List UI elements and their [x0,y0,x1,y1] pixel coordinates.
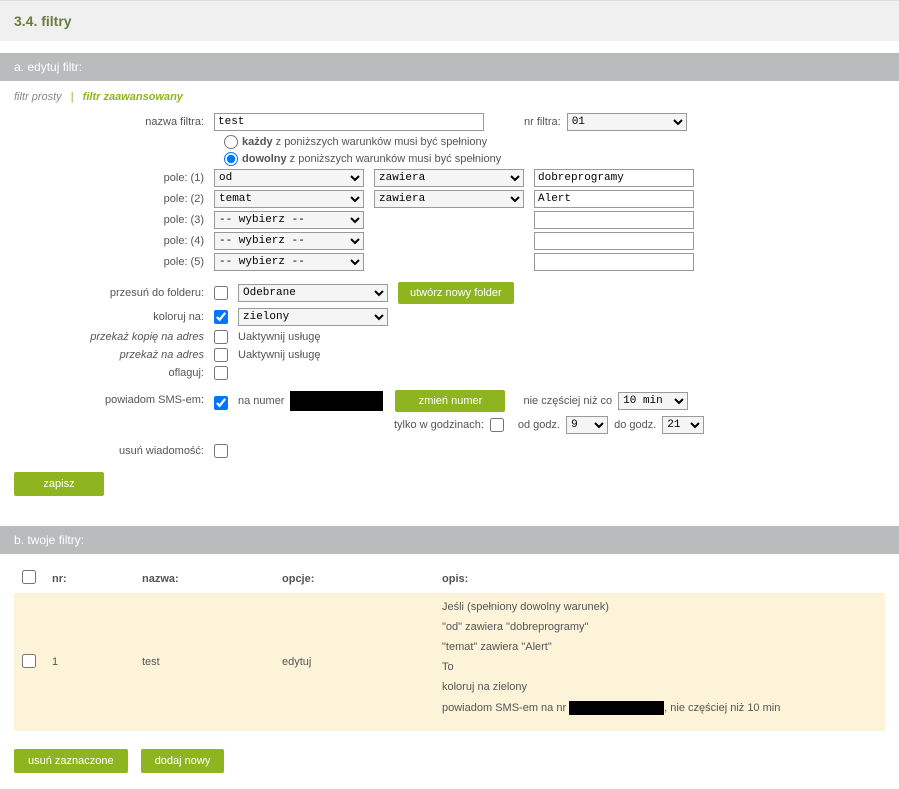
label-na-numer: na numer [238,395,284,407]
chk-forward-copy[interactable] [214,330,228,344]
field2-select[interactable]: temat [214,190,364,208]
cell-nr: 1 [44,593,134,731]
field3-select[interactable]: -- wybierz -- [214,211,364,229]
label-delete-msg: usuń wiadomość: [14,445,214,457]
chk-sms[interactable] [214,396,228,410]
chk-forward[interactable] [214,348,228,362]
activate-link-1[interactable]: Uaktywnij usługę [238,331,321,343]
radio-every[interactable] [224,135,238,149]
label-field4: pole: (4) [14,235,214,247]
hour-from-select[interactable]: 9 [566,416,608,434]
section-b-header: b. twoje filtry: [0,526,899,554]
chk-hours[interactable] [490,418,504,432]
change-number-button[interactable]: zmień numer [395,390,505,412]
desc-number-redacted [569,701,664,715]
th-nr: nr: [44,564,134,593]
freq-select[interactable]: 10 min [618,392,688,410]
th-name: nazwa: [134,564,274,593]
label-color: koloruj na: [14,311,214,323]
label-filter-nr: nr filtra: [524,116,561,128]
label-forward-copy: przekaż kopię na adres [14,331,214,343]
label-field5: pole: (5) [14,256,214,268]
cell-desc: Jeśli (spełniony dowolny warunek) "od" z… [434,593,885,731]
label-tylko-godz: tylko w godzinach: [394,419,484,431]
val1-input[interactable] [534,169,694,187]
filter-name-input[interactable] [214,113,484,131]
section-a-header: a. edytuj filtr: [0,53,899,81]
radio-every-bold: każdy [242,136,273,148]
radio-any[interactable] [224,152,238,166]
label-field1: pole: (1) [14,172,214,184]
label-forward: przekaż na adres [14,349,214,361]
val3-input[interactable] [534,211,694,229]
chk-delete-msg[interactable] [214,444,228,458]
radio-any-rest: z poniższych warunków musi być spełniony [287,153,502,165]
op2-select[interactable]: zawiera [374,190,524,208]
val5-input[interactable] [534,253,694,271]
chk-color[interactable] [214,310,228,324]
val2-input[interactable] [534,190,694,208]
tab-simple[interactable]: filtr prosty [14,91,62,103]
hour-to-select[interactable]: 21 [662,416,704,434]
page-title: 3.4. filtry [14,13,885,29]
field1-select[interactable]: od [214,169,364,187]
color-select[interactable]: zielony [238,308,388,326]
filters-table: nr: nazwa: opcje: opis: 1 test edytuj Je… [14,564,885,731]
add-new-button[interactable]: dodaj nowy [141,749,225,773]
label-nie-czesciej: nie częściej niż co [523,395,612,407]
filter-tabs: filtr prosty | filtr zaawansowany [14,91,885,103]
label-do-godz: do godz. [614,419,656,431]
filter-nr-select[interactable]: 01 [567,113,687,131]
chk-flag[interactable] [214,366,228,380]
th-options: opcje: [274,564,434,593]
radio-every-rest: z poniższych warunków musi być spełniony [273,136,488,148]
chk-row-1[interactable] [22,654,36,668]
delete-selected-button[interactable]: usuń zaznaczone [14,749,128,773]
label-sms: powiadom SMS-em: [14,390,214,406]
tab-separator: | [71,91,74,103]
label-filter-name: nazwa filtra: [14,116,214,128]
field5-select[interactable]: -- wybierz -- [214,253,364,271]
radio-any-bold: dowolny [242,153,287,165]
op1-select[interactable]: zawiera [374,169,524,187]
cell-name: test [134,593,274,731]
val4-input[interactable] [534,232,694,250]
label-field3: pole: (3) [14,214,214,226]
label-field2: pole: (2) [14,193,214,205]
save-button[interactable]: zapisz [14,472,104,496]
new-folder-button[interactable]: utwórz nowy folder [398,282,514,304]
folder-select[interactable]: Odebrane [238,284,388,302]
table-row: 1 test edytuj Jeśli (spełniony dowolny w… [14,593,885,731]
edit-link[interactable]: edytuj [282,656,311,668]
activate-link-2[interactable]: Uaktywnij usługę [238,349,321,361]
label-od-godz: od godz. [518,419,560,431]
chk-move-to[interactable] [214,286,228,300]
label-move-to: przesuń do folderu: [14,287,214,299]
tab-advanced[interactable]: filtr zaawansowany [83,91,183,103]
label-flag: oflaguj: [14,367,214,379]
sms-number-redacted [290,391,383,411]
field4-select[interactable]: -- wybierz -- [214,232,364,250]
chk-select-all[interactable] [22,570,36,584]
th-desc: opis: [434,564,885,593]
